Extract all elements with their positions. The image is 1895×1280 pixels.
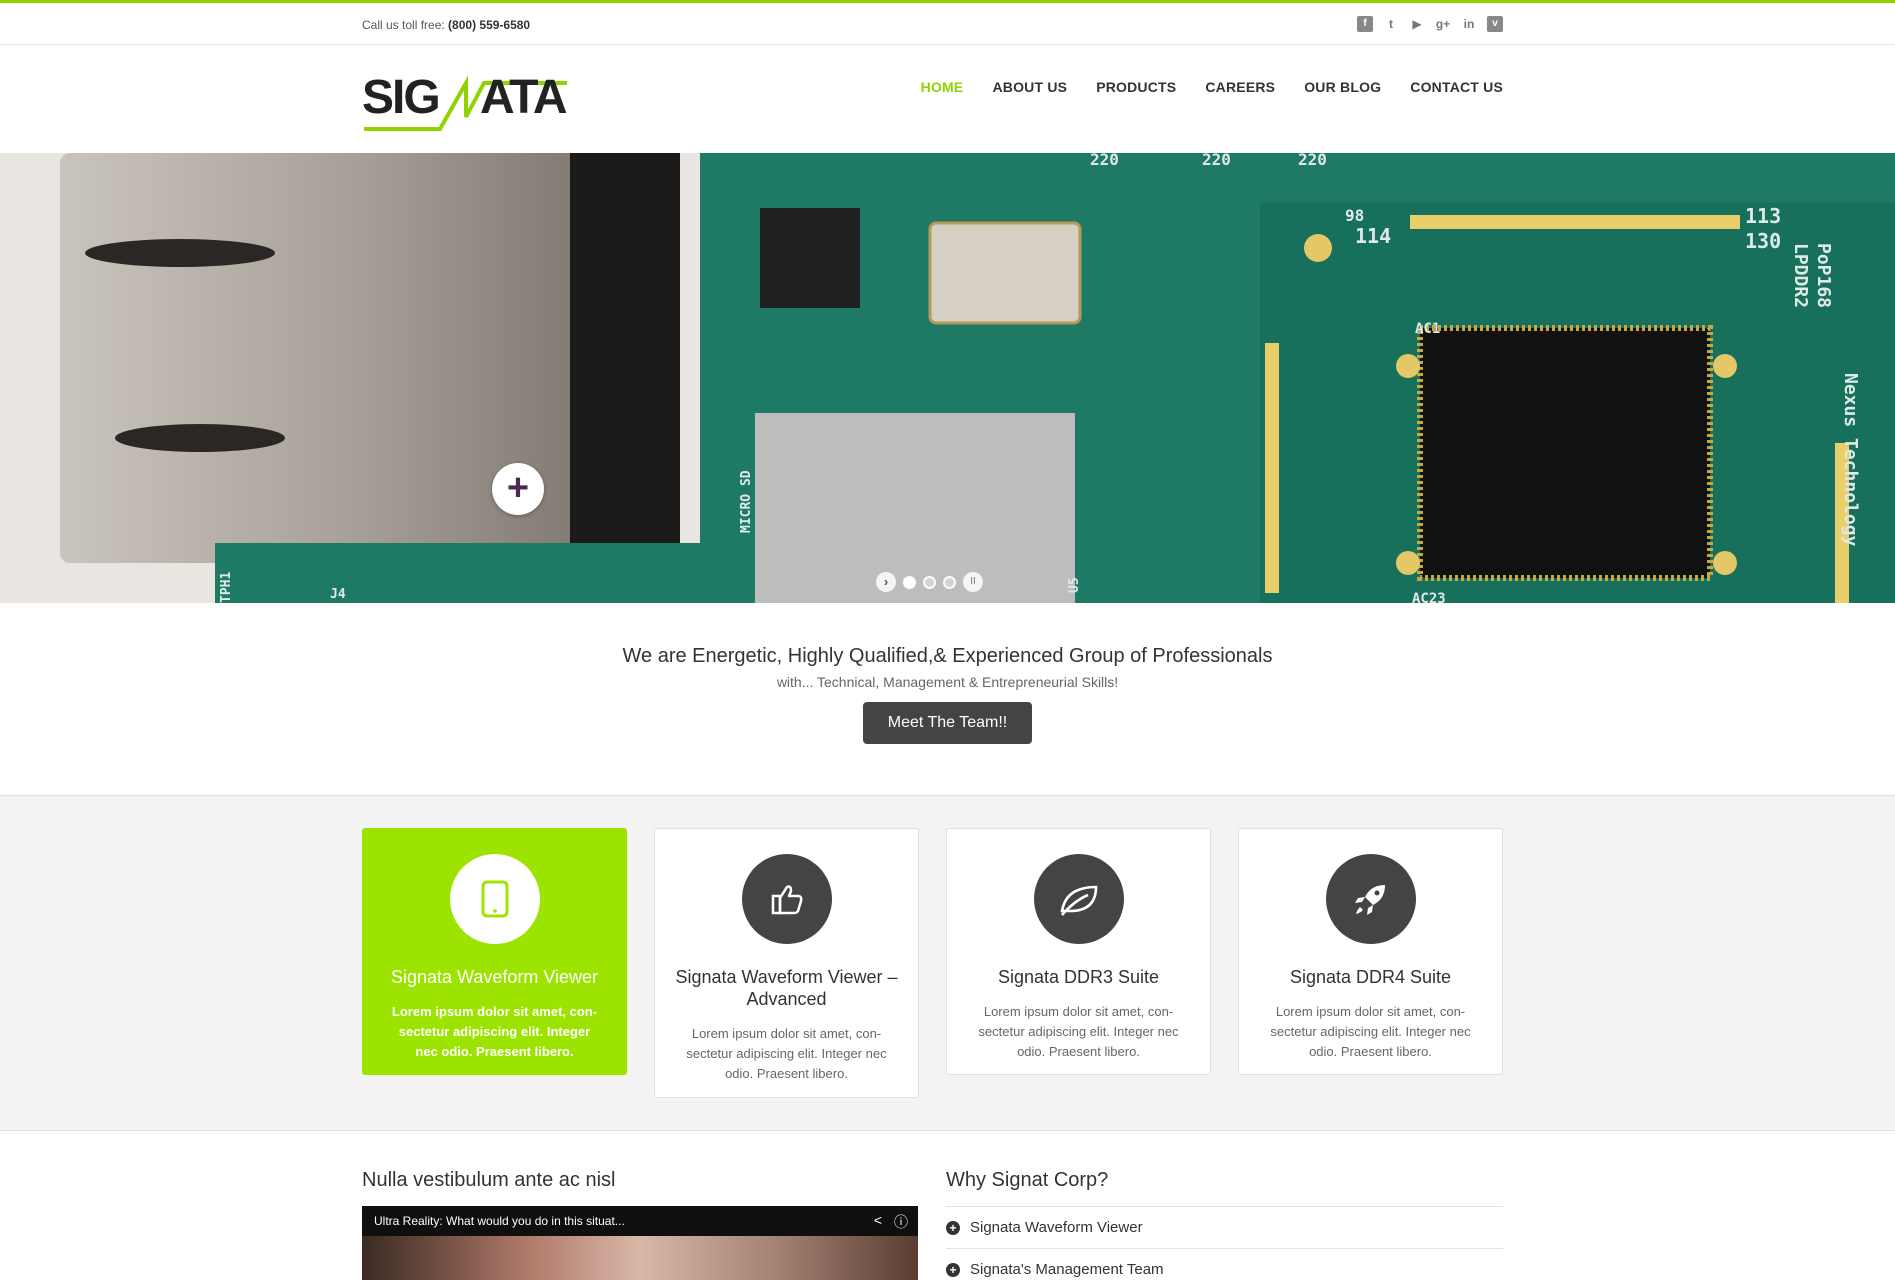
pcb-label-u5: U5 — [1067, 577, 1082, 593]
nav-products[interactable]: PRODUCTS — [1096, 79, 1176, 95]
right-heading: Why Signat Corp? — [946, 1169, 1109, 1191]
video-frame[interactable] — [362, 1236, 918, 1280]
hero-plus-button[interactable]: + — [492, 463, 544, 515]
logo-text-right: ATA — [480, 71, 567, 124]
service-text: Lorem ipsum dolor sit amet, con-sectetur… — [686, 1026, 887, 1081]
accordion-item[interactable]: + Signata's Management Team — [946, 1248, 1503, 1280]
nav-home[interactable]: HOME — [921, 79, 964, 95]
slider-dot-1[interactable] — [903, 575, 916, 589]
service-text: Lorem ipsum dolor sit amet, con-sectetur… — [1270, 1004, 1471, 1059]
leaf-icon — [1033, 854, 1124, 944]
tablet-icon — [449, 854, 540, 944]
pcb-label-ac1: AC1 — [1415, 321, 1440, 337]
top-bar: Call us toll free: (800) 559-6580 f t ▶ … — [0, 3, 1895, 45]
why-accordion: + Signata Waveform Viewer + Signata's Ma… — [946, 1206, 1503, 1280]
facebook-icon[interactable]: f — [1357, 16, 1373, 32]
pcb-label-113: 113 — [1745, 204, 1781, 228]
nav-about-us[interactable]: ABOUT US — [992, 79, 1067, 95]
pcb-label-114: 114 — [1355, 224, 1391, 248]
pcb-label-130: 130 — [1745, 229, 1781, 253]
vimeo-icon[interactable]: v — [1487, 16, 1503, 32]
meet-team-button[interactable]: Meet The Team!! — [863, 702, 1032, 744]
signata-logo[interactable]: SIG ATA — [362, 63, 567, 133]
hero-pcb-image: 220 220 220 98 114 113 130 LPDDR2 PoP168… — [0, 153, 1895, 603]
pcb-label-220a: 220 — [1090, 153, 1119, 169]
pcb-label-lpddr2: LPDDR2 — [1790, 243, 1811, 308]
google-plus-icon[interactable]: g+ — [1435, 16, 1451, 32]
intro-subheading: with... Technical, Management & Entrepre… — [776, 674, 1119, 690]
bottom-section: Nulla vestibulum ante ac nisl Ultra Real… — [0, 1131, 1895, 1280]
service-title: Signata Waveform Viewer – Advanced — [675, 967, 898, 1009]
pcb-label-nexus: Nexus Technology — [1840, 373, 1861, 547]
pcb-label-220b: 220 — [1202, 153, 1231, 169]
slider-pause-button[interactable]: II — [963, 572, 983, 592]
call-label: Call us toll free: — [362, 18, 445, 32]
pcb-label-micro-sd: MICRO SD — [739, 470, 754, 533]
hero-slider: 220 220 220 98 114 113 130 LPDDR2 PoP168… — [0, 153, 1895, 603]
twitter-icon[interactable]: t — [1383, 16, 1399, 32]
service-title: Signata DDR3 Suite — [997, 967, 1160, 987]
slider-controls: › II — [876, 572, 983, 592]
social-links: f t ▶ g+ in v — [1357, 16, 1503, 32]
service-title: Signata DDR4 Suite — [1289, 967, 1452, 987]
service-card-waveform-viewer[interactable]: Signata Waveform Viewer Lorem ipsum dolo… — [362, 828, 627, 1075]
toll-free-text: Call us toll free: (800) 559-6580 — [362, 18, 530, 32]
service-card-waveform-advanced[interactable]: Signata Waveform Viewer – Advanced Lorem… — [654, 828, 919, 1098]
nav-contact-us[interactable]: CONTACT US — [1410, 79, 1503, 95]
nav-our-blog[interactable]: OUR BLOG — [1304, 79, 1381, 95]
phone-number[interactable]: (800) 559-6580 — [448, 18, 530, 32]
intro-heading: We are Energetic, Highly Qualified,& Exp… — [622, 645, 1273, 667]
info-icon[interactable]: ⓘ — [894, 1212, 908, 1232]
video-title[interactable]: Ultra Reality: What would you do in this… — [362, 1206, 918, 1236]
rocket-icon — [1325, 854, 1416, 944]
main-nav: HOME ABOUT US PRODUCTS CAREERS OUR BLOG … — [921, 79, 1503, 95]
pcb-label-ac23: AC23 — [1412, 591, 1446, 603]
thumbs-up-icon — [741, 854, 832, 944]
plus-circle-icon: + — [946, 1262, 960, 1277]
accordion-label: Signata Waveform Viewer — [970, 1219, 1143, 1236]
video-icons: < ⓘ — [874, 1212, 908, 1232]
slider-dot-3[interactable] — [943, 575, 956, 589]
video-embed[interactable]: Ultra Reality: What would you do in this… — [362, 1206, 918, 1280]
slider-dot-2[interactable] — [923, 575, 936, 589]
service-text: Lorem ipsum dolor sit amet, con-sectetur… — [391, 1004, 598, 1059]
service-card-ddr3-suite[interactable]: Signata DDR3 Suite Lorem ipsum dolor sit… — [946, 828, 1211, 1075]
plus-circle-icon: + — [946, 1220, 960, 1235]
services-section: Signata Waveform Viewer Lorem ipsum dolo… — [0, 795, 1895, 1131]
service-text: Lorem ipsum dolor sit amet, con-sectetur… — [978, 1004, 1179, 1059]
slider-next-button[interactable]: › — [876, 572, 896, 592]
pcb-label-j4: J4 — [330, 587, 346, 602]
site-header: SIG ATA HOME ABOUT US PRODUCTS CAREERS O… — [0, 45, 1895, 153]
youtube-icon[interactable]: ▶ — [1409, 16, 1425, 32]
service-title: Signata Waveform Viewer — [390, 967, 599, 987]
pcb-label-tph1: TPH1 — [219, 572, 234, 603]
logo-text-left: SIG — [362, 71, 439, 124]
pcb-label-pop168: PoP168 — [1813, 243, 1834, 308]
accordion-label: Signata's Management Team — [970, 1261, 1164, 1278]
service-card-ddr4-suite[interactable]: Signata DDR4 Suite Lorem ipsum dolor sit… — [1238, 828, 1503, 1075]
pcb-label-98: 98 — [1345, 206, 1364, 225]
accordion-item[interactable]: + Signata Waveform Viewer — [946, 1206, 1503, 1248]
share-icon[interactable]: < — [874, 1212, 882, 1232]
intro-section: We are Energetic, Highly Qualified,& Exp… — [0, 603, 1895, 795]
nav-careers[interactable]: CAREERS — [1205, 79, 1275, 95]
left-heading: Nulla vestibulum ante ac nisl — [362, 1169, 616, 1191]
pcb-label-220c: 220 — [1298, 153, 1327, 169]
linkedin-icon[interactable]: in — [1461, 16, 1477, 32]
